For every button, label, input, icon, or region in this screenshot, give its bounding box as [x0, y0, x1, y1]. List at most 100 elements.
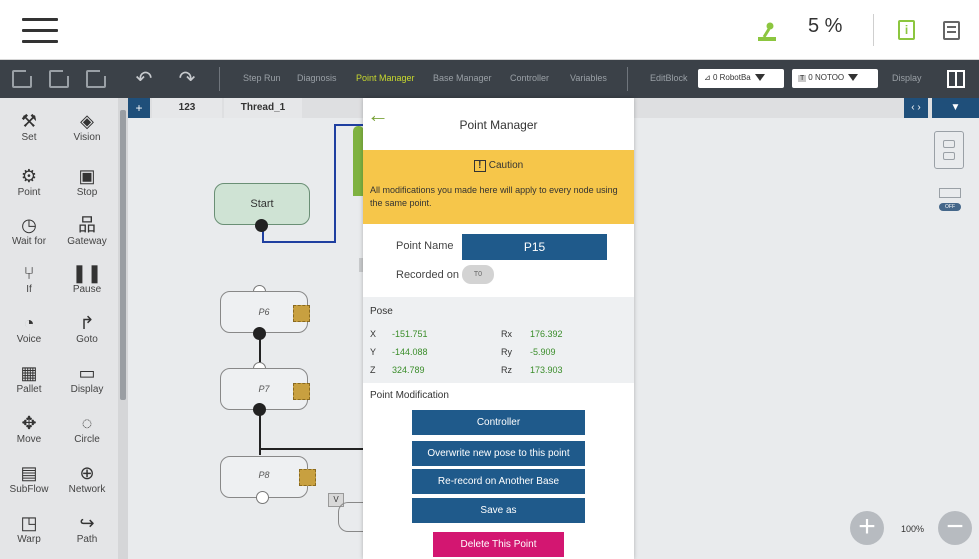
pose-rx-label: Rx — [501, 329, 512, 339]
editblock-link[interactable]: EditBlock — [650, 73, 688, 83]
subflow-icon: ▤ — [20, 463, 38, 483]
palette-scrollbar[interactable] — [118, 98, 128, 559]
palette-item-gateway[interactable]: 品 Gateway — [58, 214, 116, 247]
node-port[interactable] — [255, 219, 268, 232]
recorded-on-badge: T0 — [462, 265, 494, 284]
dialog-title: Point Manager — [459, 118, 538, 132]
stop-icon: ▣ — [78, 166, 96, 186]
node-port[interactable] — [256, 491, 269, 504]
add-tab-button[interactable]: + — [128, 98, 150, 118]
pose-y-label: Y — [370, 347, 377, 357]
palette-item-set[interactable]: ⚒ Set — [0, 110, 58, 143]
layout-toggle-icon[interactable]: OFF — [936, 188, 964, 216]
new-file-icon[interactable] — [12, 70, 32, 88]
panel-toggle-icon[interactable] — [947, 70, 965, 88]
undo-icon[interactable]: ↶ — [134, 69, 154, 89]
diagnosis-link[interactable]: Diagnosis — [297, 73, 337, 83]
redo-icon[interactable]: ↷ — [177, 69, 197, 89]
controller-button[interactable]: Controller — [412, 410, 585, 435]
open-file-icon[interactable] — [49, 70, 69, 88]
scrollbar-thumb[interactable] — [120, 110, 126, 400]
pose-z-value: 324.789 — [392, 365, 425, 375]
base-manager-link[interactable]: Base Manager — [433, 73, 492, 83]
tab-thread-1[interactable]: Thread_1 — [224, 98, 302, 118]
step-run-link[interactable]: Step Run — [243, 73, 281, 83]
zoom-level: 100% — [901, 524, 925, 534]
hamburger-menu-icon[interactable] — [22, 18, 58, 44]
point-name-label: Point Name — [396, 240, 454, 252]
dashed-circle-icon: ◌ — [81, 413, 93, 433]
speed-percentage[interactable]: 5 % — [808, 15, 842, 38]
connector-line — [259, 448, 364, 450]
tab-scroll-left-icon[interactable]: ‹ › — [904, 98, 928, 118]
palette-item-wait-for[interactable]: ◷ Wait for — [0, 214, 58, 247]
point-badge-icon — [293, 383, 310, 400]
display-link[interactable]: Display — [892, 73, 922, 83]
toolbar-divider — [219, 67, 220, 91]
pose-title: Pose — [370, 306, 393, 317]
point-badge-icon — [299, 469, 316, 486]
log-icon[interactable] — [943, 21, 960, 40]
palette-item-point[interactable]: ⚙ Point — [0, 165, 58, 198]
tools-icon: ⚒ — [20, 111, 38, 131]
connector-line — [262, 241, 336, 243]
palette-item-path[interactable]: ↪ Path — [58, 512, 116, 545]
tool-value: 0 NOTOO — [808, 73, 845, 82]
path-icon: ↪ — [79, 513, 95, 533]
globe-icon: ⊕ — [79, 463, 95, 483]
zoom-in-button[interactable]: + — [850, 511, 884, 545]
point-modification-title: Point Modification — [370, 390, 449, 401]
palette-item-pallet[interactable]: ▦ Pallet — [0, 362, 58, 395]
clock-icon: ◷ — [21, 215, 37, 235]
node-palette: ⚒ Set ◈ Vision ⚙ Point ▣ Stop ◷ Wait for 品 Gat… — [0, 98, 118, 559]
save-as-button[interactable]: Save as — [412, 498, 585, 523]
tool-select[interactable]: T0 NOTOO — [792, 69, 878, 88]
recorded-on-label: Recorded on — [396, 269, 459, 281]
tab-123[interactable]: 123 — [152, 98, 222, 118]
delete-point-button[interactable]: Delete This Point — [433, 532, 564, 557]
grid-icon: ▦ — [20, 363, 38, 383]
tab-menu-chevron-icon[interactable]: ▼ — [932, 98, 979, 118]
pose-rz-label: Rz — [501, 365, 512, 375]
structure-view-icon[interactable] — [934, 131, 964, 169]
palette-item-network[interactable]: ⊕ Network — [58, 462, 116, 495]
overwrite-pose-button[interactable]: Overwrite new pose to this point — [412, 441, 585, 466]
palette-item-vision[interactable]: ◈ Vision — [58, 110, 116, 143]
palette-item-subflow[interactable]: ▤ SubFlow — [0, 462, 58, 495]
palette-item-pause[interactable]: ❚❚ Pause — [58, 262, 116, 295]
tool-badge: T — [798, 75, 807, 82]
info-icon[interactable]: i — [898, 20, 915, 40]
goto-arrow-icon: ↱ — [79, 313, 95, 333]
robot-status-icon[interactable] — [756, 22, 778, 42]
controller-link[interactable]: Controller — [510, 73, 549, 83]
save-file-icon[interactable] — [86, 70, 106, 88]
toolbar: ↶ ↷ Step Run Diagnosis Point Manager Bas… — [0, 60, 979, 98]
rerecord-base-button[interactable]: Re-record on Another Base — [412, 469, 585, 494]
pose-ry-label: Ry — [501, 347, 512, 357]
palette-item-stop[interactable]: ▣ Stop — [58, 165, 116, 198]
warning-icon: ! — [473, 160, 486, 172]
divider — [873, 14, 874, 46]
palette-item-warp[interactable]: ◳ Warp — [0, 512, 58, 545]
palette-item-if[interactable]: ⑂ If — [0, 262, 58, 295]
point-manager-link[interactable]: Point Manager — [356, 73, 415, 83]
palette-item-display[interactable]: ▭ Display — [58, 362, 116, 395]
eye-icon: ◈ — [80, 111, 94, 131]
pose-rz-value: 173.903 — [530, 365, 563, 375]
voice-icon: ◔ — [23, 313, 35, 333]
pose-ry-value: -5.909 — [530, 347, 556, 357]
caution-title: Caution — [488, 160, 524, 171]
palette-item-goto[interactable]: ↱ Goto — [58, 312, 116, 345]
zoom-out-button[interactable]: − — [938, 511, 972, 545]
fork-icon: ⑂ — [23, 263, 35, 283]
pose-y-value: -144.088 — [392, 347, 428, 357]
palette-item-move[interactable]: ✥ Move — [0, 412, 58, 445]
palette-item-voice[interactable]: ◔ Voice — [0, 312, 58, 345]
caution-header: ! Caution — [363, 160, 634, 172]
point-name-field[interactable]: P15 — [462, 234, 607, 260]
variables-link[interactable]: Variables — [570, 73, 607, 83]
robot-base-select[interactable]: ⊿ 0 RobotBa — [698, 69, 784, 88]
palette-item-circle[interactable]: ◌ Circle — [58, 412, 116, 445]
move-arrows-icon: ✥ — [21, 413, 37, 433]
base-icon: ⊿ — [704, 73, 711, 82]
